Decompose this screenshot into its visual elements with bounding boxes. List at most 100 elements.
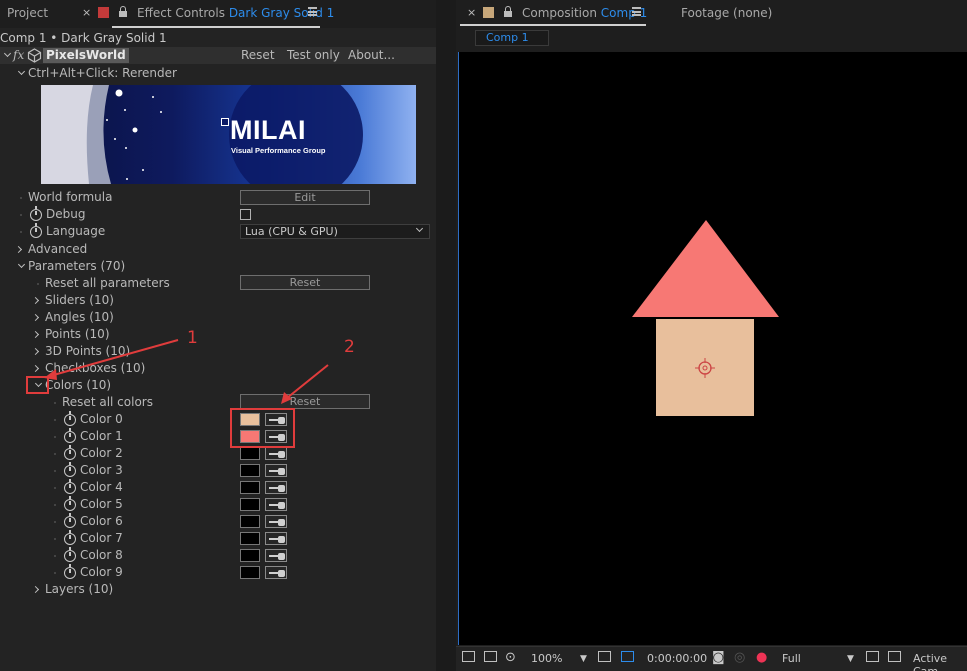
stopwatch-icon[interactable] (64, 479, 76, 494)
advanced-row[interactable]: Advanced (0, 241, 436, 258)
comp-breadcrumb-pill[interactable]: Comp 1 (475, 30, 549, 46)
stopwatch-icon[interactable] (30, 223, 42, 238)
eyedropper-icon[interactable] (265, 481, 287, 494)
tab-footage[interactable]: Footage (none) (681, 6, 772, 20)
eyedropper-icon[interactable] (265, 532, 287, 545)
channel-icon[interactable]: ● (756, 650, 767, 665)
chevron-down-icon[interactable]: ▼ (847, 654, 854, 664)
reset-colors-button[interactable]: Reset (240, 394, 370, 409)
color-swatch[interactable] (240, 515, 260, 528)
color-swatch[interactable] (240, 498, 260, 511)
panel-menu-icon[interactable] (308, 7, 317, 16)
row-dot (54, 555, 56, 557)
layers-row[interactable]: Layers (10) (0, 581, 436, 598)
stopwatch-icon[interactable] (64, 564, 76, 579)
stopwatch-icon[interactable] (64, 513, 76, 528)
tab-composition[interactable]: Composition Comp 1 (522, 6, 647, 20)
chevron-right-icon[interactable] (32, 347, 41, 356)
language-select[interactable]: Lua (CPU & GPU) (240, 224, 430, 239)
chevron-right-icon[interactable] (15, 245, 24, 254)
resolution-select[interactable]: Full (782, 652, 801, 665)
group-row[interactable]: Angles (10) (0, 309, 436, 326)
mask-visibility-icon[interactable] (621, 651, 634, 662)
anchor-point-icon[interactable] (695, 358, 715, 378)
region-of-interest-icon[interactable] (866, 651, 879, 662)
color-swatch[interactable] (240, 447, 260, 460)
chevron-right-icon[interactable] (32, 330, 41, 339)
banner-logo: MILAI (230, 115, 306, 145)
fx-icon[interactable]: fx (13, 47, 24, 64)
tab-effect-controls[interactable]: Effect Controls Dark Gray Solid 1 (137, 6, 334, 20)
group-row[interactable]: Checkboxes (10) (0, 360, 436, 377)
chevron-right-icon[interactable] (32, 313, 41, 322)
color-row: Color 2 (0, 445, 436, 462)
eyedropper-icon[interactable] (265, 515, 287, 528)
stopwatch-icon[interactable] (64, 445, 76, 460)
color-row: Color 3 (0, 462, 436, 479)
close-icon[interactable]: × (467, 6, 476, 19)
color-swatch[interactable] (240, 464, 260, 477)
reset-all-colors-row: Reset all colors Reset (0, 394, 436, 411)
comp-color-swatch (483, 7, 494, 18)
stopwatch-icon[interactable] (64, 530, 76, 545)
composition-panel: × Composition Comp 1 Footage (none) Comp… (456, 0, 967, 671)
color-label: Color 2 (80, 446, 123, 460)
lock-icon[interactable] (118, 6, 128, 17)
panel-menu-icon[interactable] (632, 7, 641, 16)
test-only-link[interactable]: Test only (287, 47, 340, 64)
parameters-label: Parameters (70) (28, 259, 126, 273)
color-swatch[interactable] (240, 566, 260, 579)
show-snapshot-icon[interactable]: ◎ (734, 650, 745, 665)
debug-checkbox[interactable] (240, 209, 251, 220)
close-icon[interactable]: × (82, 6, 91, 19)
monitor-icon[interactable] (484, 651, 497, 662)
color-swatch[interactable] (240, 532, 260, 545)
tab-project[interactable]: Project (7, 6, 48, 20)
about-link[interactable]: About... (348, 47, 395, 64)
effect-name[interactable]: PixelsWorld (43, 48, 129, 63)
chevron-down-icon[interactable] (17, 261, 26, 270)
colors-group-row[interactable]: Colors (10) (0, 377, 436, 394)
eyedropper-icon[interactable] (265, 447, 287, 460)
camera-snapshot-icon[interactable]: ◙ (712, 650, 725, 665)
logo-square-icon (221, 118, 229, 126)
zoom-select[interactable]: 100% (531, 652, 562, 665)
chevron-down-icon[interactable] (17, 68, 26, 77)
chevron-down-icon[interactable] (3, 50, 12, 59)
group-row[interactable]: 3D Points (10) (0, 343, 436, 360)
transparency-grid-icon[interactable] (888, 651, 901, 662)
eyedropper-icon[interactable] (265, 464, 287, 477)
timecode[interactable]: 0:00:00:00 (647, 652, 707, 665)
stopwatch-icon[interactable] (64, 411, 76, 426)
color-swatch[interactable] (240, 549, 260, 562)
effect-header: fx PixelsWorld Reset Test only About... (0, 47, 436, 64)
vr-goggles-icon[interactable]: ⊙ (505, 650, 516, 665)
chevron-right-icon[interactable] (32, 364, 41, 373)
eyedropper-icon[interactable] (265, 549, 287, 562)
edit-button[interactable]: Edit (240, 190, 370, 205)
parameters-row[interactable]: Parameters (70) (0, 258, 436, 275)
stopwatch-icon[interactable] (30, 206, 42, 221)
chevron-down-icon[interactable]: ▼ (580, 654, 587, 664)
eyedropper-icon[interactable] (265, 566, 287, 579)
lock-icon[interactable] (503, 6, 513, 17)
effect-reset-link[interactable]: Reset (241, 47, 275, 64)
active-camera-select[interactable]: Active Cam (913, 652, 967, 671)
composition-viewer[interactable] (458, 52, 967, 645)
chevron-right-icon[interactable] (32, 296, 41, 305)
color-swatch[interactable] (240, 481, 260, 494)
group-row[interactable]: Sliders (10) (0, 292, 436, 309)
reset-parameters-button[interactable]: Reset (240, 275, 370, 290)
grid-icon[interactable] (598, 651, 611, 662)
chevron-right-icon[interactable] (32, 585, 41, 594)
banner-artwork (41, 85, 363, 184)
stopwatch-icon[interactable] (64, 462, 76, 477)
group-row[interactable]: Points (10) (0, 326, 436, 343)
eyedropper-icon[interactable] (265, 498, 287, 511)
stopwatch-icon[interactable] (64, 496, 76, 511)
panel-divider[interactable] (436, 0, 456, 671)
always-preview-icon[interactable] (462, 651, 475, 662)
stopwatch-icon[interactable] (64, 428, 76, 443)
house-roof (632, 220, 779, 317)
stopwatch-icon[interactable] (64, 547, 76, 562)
